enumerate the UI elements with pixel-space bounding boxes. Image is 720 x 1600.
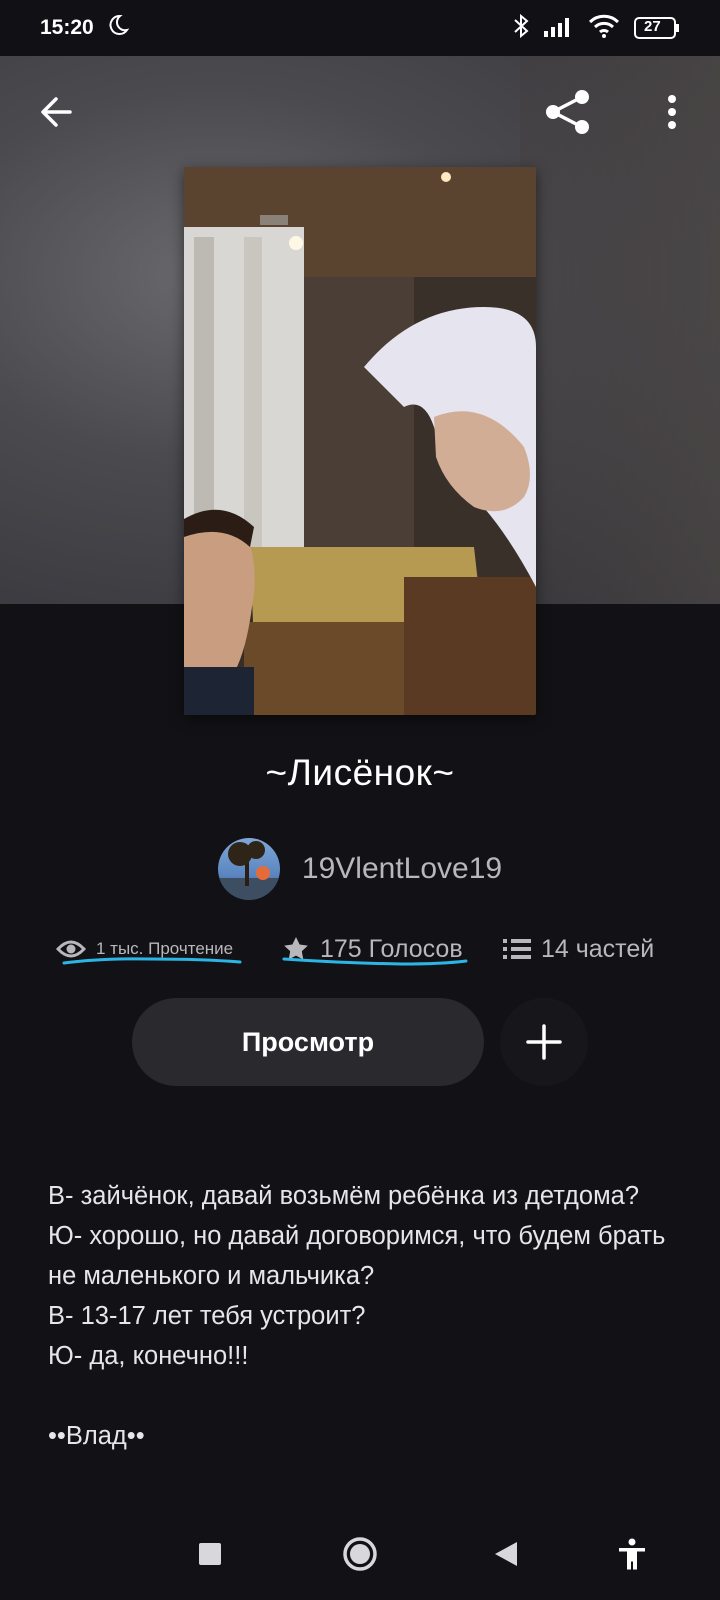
square-icon bbox=[199, 1543, 221, 1565]
do-not-disturb-moon-icon bbox=[106, 13, 130, 43]
description-line: ••Влад•• bbox=[48, 1422, 145, 1450]
description-line: Ю- да, конечно!!! bbox=[48, 1342, 249, 1370]
recents-button[interactable] bbox=[188, 1532, 232, 1576]
book-cover[interactable] bbox=[184, 167, 536, 715]
share-icon bbox=[546, 90, 589, 134]
back-nav-button[interactable] bbox=[484, 1532, 528, 1576]
annotation-underline-reads bbox=[62, 957, 242, 965]
status-bar: 15:20 27 bbox=[0, 0, 720, 56]
share-button[interactable] bbox=[538, 82, 598, 142]
cover-photo bbox=[184, 167, 536, 715]
avatar[interactable] bbox=[217, 838, 280, 900]
signal-icon bbox=[544, 15, 574, 42]
list-icon bbox=[503, 939, 531, 959]
accessibility-button[interactable] bbox=[610, 1532, 654, 1576]
arrow-left-icon bbox=[41, 97, 72, 127]
circle-icon bbox=[343, 1537, 377, 1571]
add-to-library-button[interactable] bbox=[500, 998, 588, 1086]
home-button[interactable] bbox=[338, 1532, 382, 1576]
bluetooth-icon bbox=[512, 13, 530, 44]
author-name[interactable]: 19VlentLove19 bbox=[302, 852, 502, 886]
book-title: ~Лисёнок~ bbox=[265, 752, 455, 793]
author-row[interactable]: 19VlentLove19 bbox=[0, 838, 720, 900]
more-options-button[interactable] bbox=[642, 82, 702, 142]
story-stats: 1 тыс. Прочтение 175 Голосов 14 частей bbox=[0, 927, 720, 987]
parts-stat[interactable]: 14 частей bbox=[503, 927, 654, 971]
description-line: Ю- хорошо, но давай договоримся, что буд… bbox=[48, 1222, 666, 1290]
read-button[interactable]: Просмотр bbox=[132, 998, 484, 1086]
battery-level: 27 bbox=[644, 18, 661, 35]
wifi-icon bbox=[588, 14, 620, 43]
triangle-back-icon bbox=[495, 1542, 517, 1566]
back-button[interactable] bbox=[26, 82, 86, 142]
story-description: В- зайчёнок, давай возьмём ребёнка из де… bbox=[48, 1176, 678, 1456]
battery-icon: 27 bbox=[634, 16, 680, 40]
accessibility-icon bbox=[619, 1538, 645, 1570]
plus-icon bbox=[526, 1024, 562, 1060]
annotation-underline-votes bbox=[282, 957, 468, 966]
description-line: В- зайчёнок, давай возьмём ребёнка из де… bbox=[48, 1182, 640, 1210]
parts-count[interactable]: 14 частей bbox=[541, 935, 654, 964]
status-time: 15:20 bbox=[40, 16, 94, 39]
system-navigation-bar bbox=[0, 1504, 720, 1600]
more-vertical-icon bbox=[668, 95, 676, 129]
description-line bbox=[48, 1376, 678, 1416]
description-line: В- 13-17 лет тебя устроит? bbox=[48, 1302, 366, 1330]
